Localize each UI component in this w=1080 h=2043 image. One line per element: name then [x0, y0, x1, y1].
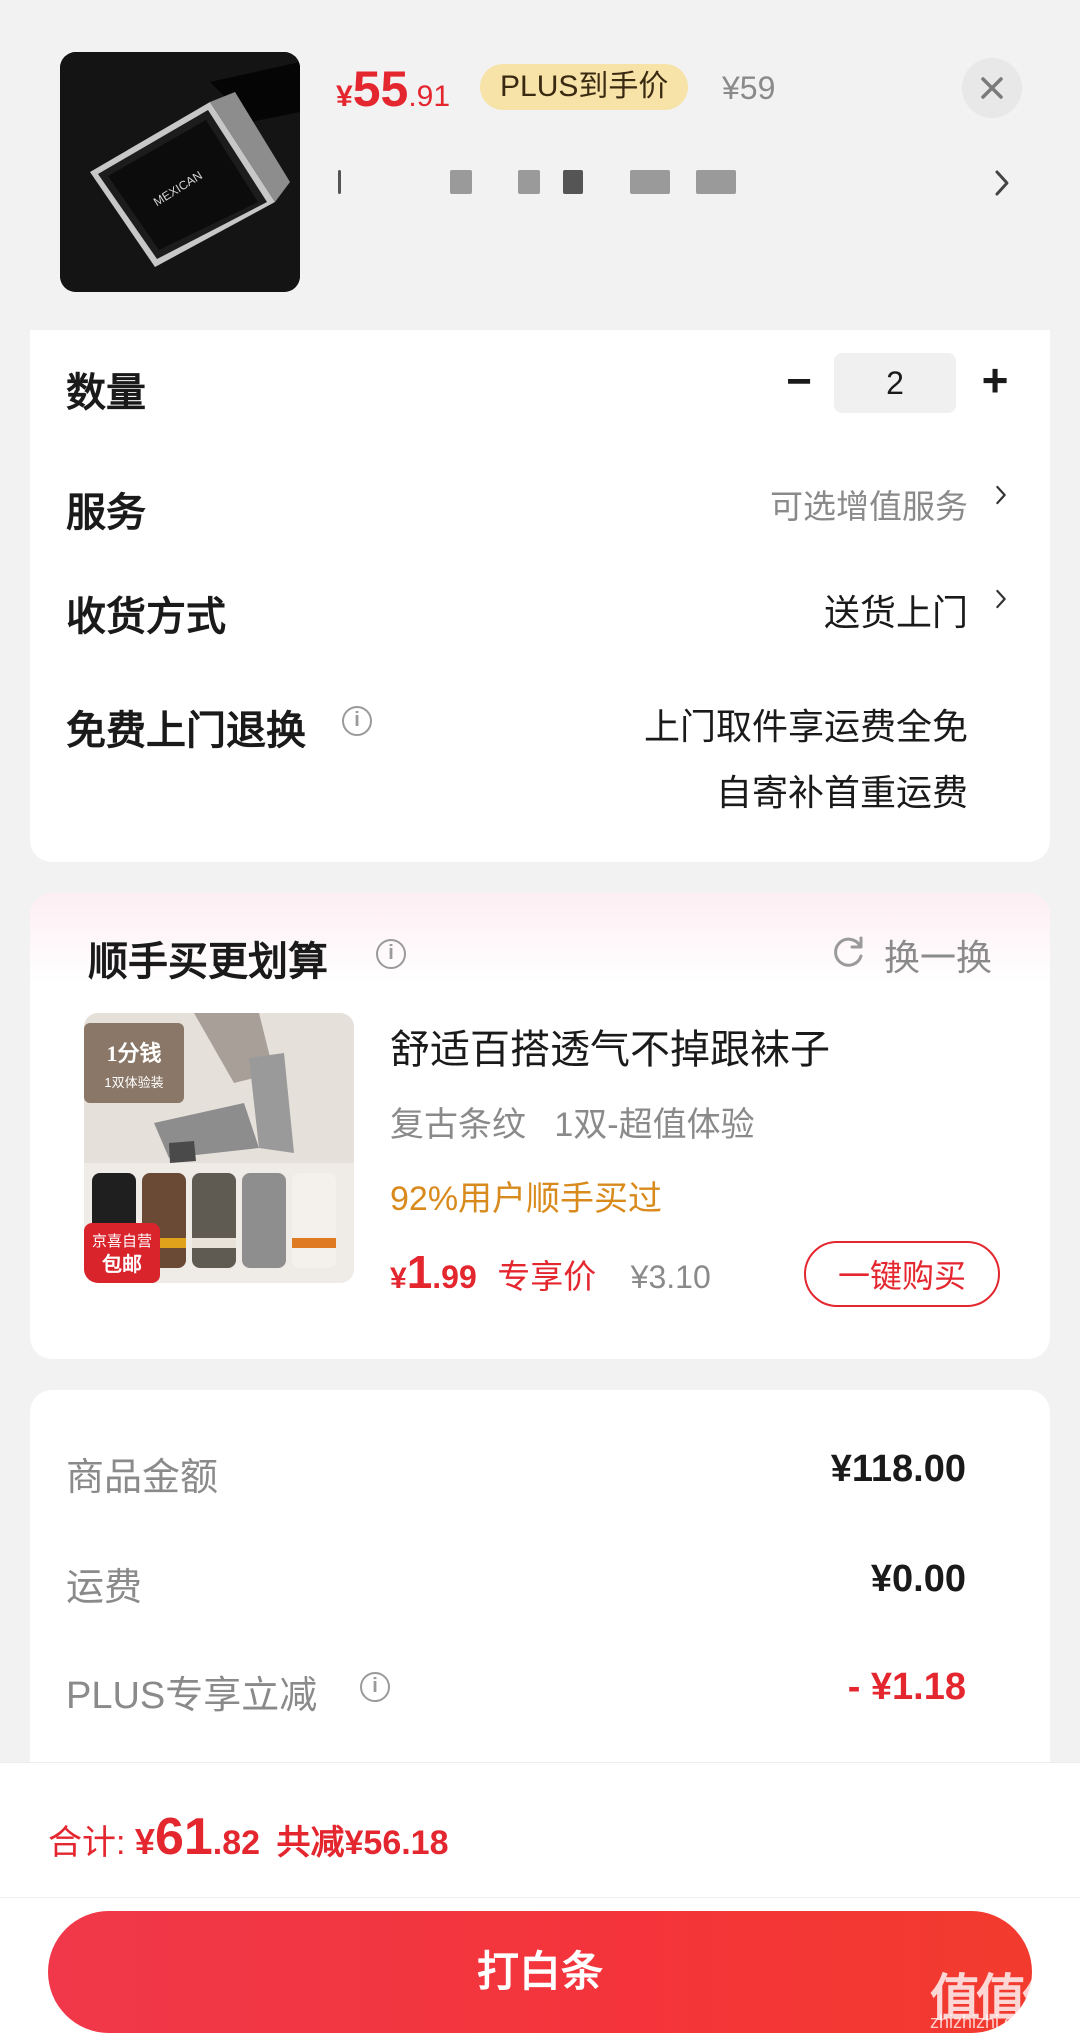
- close-icon: [981, 77, 1003, 99]
- free-return-line1: 上门取件享运费全免: [643, 706, 968, 747]
- plus-price-badge: PLUS到手价: [480, 64, 689, 110]
- addon-price-decimal: .99: [432, 1259, 477, 1295]
- price-currency: ¥: [336, 80, 353, 113]
- free-return-label: 免费上门退换: [66, 709, 306, 753]
- addon-product-name[interactable]: 舒适百搭透气不掉跟袜子: [390, 1017, 830, 1075]
- service-chevron-right-icon: [996, 485, 1006, 505]
- addon-card: 顺手买更划算 i 换一换 1分钱 1双体验装 京喜自营 包邮 舒适百搭透气不掉跟…: [30, 893, 1050, 1359]
- shipping-label: 运费: [66, 1567, 143, 1609]
- svg-text:包邮: 包邮: [102, 1252, 142, 1276]
- addon-price-integer: 1: [406, 1246, 433, 1298]
- plus-discount-info-icon[interactable]: i: [360, 1672, 390, 1702]
- goods-amount-value: ¥118.00: [830, 1448, 966, 1490]
- addon-social-proof: 92%用户顺手买过: [390, 1180, 663, 1218]
- service-label: 服务: [66, 491, 146, 535]
- plus-discount-label: PLUS专享立减: [66, 1675, 318, 1717]
- socks-image: 1分钱 1双体验装 京喜自营 包邮: [84, 1013, 354, 1283]
- service-value: 可选增值服务: [770, 488, 968, 525]
- quantity-label: 数量: [66, 371, 146, 415]
- price-summary-card: 商品金额 ¥118.00 运费 ¥0.00 PLUS专享立减 i - ¥1.18: [30, 1390, 1050, 1770]
- addon-info-icon[interactable]: i: [376, 939, 406, 969]
- shipping-value: ¥0.00: [870, 1558, 966, 1600]
- product-thumbnail[interactable]: MEXICAN: [60, 52, 300, 292]
- spec-chevron-right-icon[interactable]: [992, 168, 1012, 198]
- svg-text:京喜自营: 京喜自营: [92, 1233, 152, 1250]
- addon-original-price: ¥3.10: [630, 1259, 711, 1295]
- pay-with-baitiao-button[interactable]: 打白条: [48, 1911, 1032, 2033]
- svg-text:1双体验装: 1双体验装: [104, 1075, 163, 1090]
- price-decimal: .91: [408, 80, 451, 113]
- product-header: MEXICAN ¥55.91 PLUS到手价 ¥59: [0, 0, 1080, 330]
- delivery-value: 送货上门: [823, 592, 968, 633]
- addon-price-tag: 专享价: [497, 1258, 597, 1295]
- quantity-input[interactable]: 2: [834, 353, 956, 413]
- product-price: ¥55.91: [336, 60, 450, 118]
- watermark-url: zhizhizhi.com: [930, 2012, 1039, 2032]
- addon-product-spec: 复古条纹 1双-超值体验: [390, 1106, 755, 1144]
- plus-discount-value: - ¥1.18: [847, 1666, 966, 1708]
- price-integer: 55: [352, 61, 409, 117]
- addon-price-currency: ¥: [390, 1262, 407, 1295]
- original-price: ¥59: [722, 70, 776, 106]
- total-integer: 61: [154, 1808, 213, 1866]
- total-price: 合计: ¥61.82 共减¥56.18: [48, 1807, 449, 1867]
- total-decimal: .82: [212, 1824, 261, 1862]
- refresh-label: 换一换: [884, 937, 993, 978]
- free-return-line2: 自寄补首重运费: [715, 772, 968, 813]
- delivery-label: 收货方式: [66, 595, 226, 639]
- total-label: 合计:: [48, 1824, 135, 1862]
- sock-product-image[interactable]: 1分钱 1双体验装 京喜自营 包邮: [84, 1013, 354, 1283]
- options-card: 数量 − 2 + 服务 可选增值服务 收货方式 送货上门 免费上门退换 i 上门…: [30, 330, 1050, 862]
- total-saved: 共减¥56.18: [276, 1824, 449, 1862]
- checkout-bar: 合计: ¥61.82 共减¥56.18 打白条: [0, 1762, 1080, 2043]
- total-currency: ¥: [134, 1821, 155, 1862]
- quantity-minus-button[interactable]: −: [774, 352, 824, 412]
- selected-spec-blurred[interactable]: [338, 168, 978, 196]
- free-return-info-icon[interactable]: i: [342, 706, 372, 736]
- quantity-plus-button[interactable]: +: [970, 350, 1020, 410]
- goods-amount-label: 商品金额: [66, 1457, 219, 1499]
- addon-price: ¥1.99 专享价 ¥3.10: [390, 1245, 711, 1299]
- svg-text:1分钱: 1分钱: [106, 1041, 161, 1066]
- one-click-buy-button[interactable]: 一键购买: [804, 1241, 1000, 1307]
- addon-title: 顺手买更划算: [88, 940, 328, 984]
- close-button[interactable]: [962, 58, 1022, 118]
- belt-buckle-image: MEXICAN: [60, 52, 300, 292]
- delivery-chevron-right-icon: [996, 589, 1006, 609]
- refresh-icon: [834, 936, 863, 967]
